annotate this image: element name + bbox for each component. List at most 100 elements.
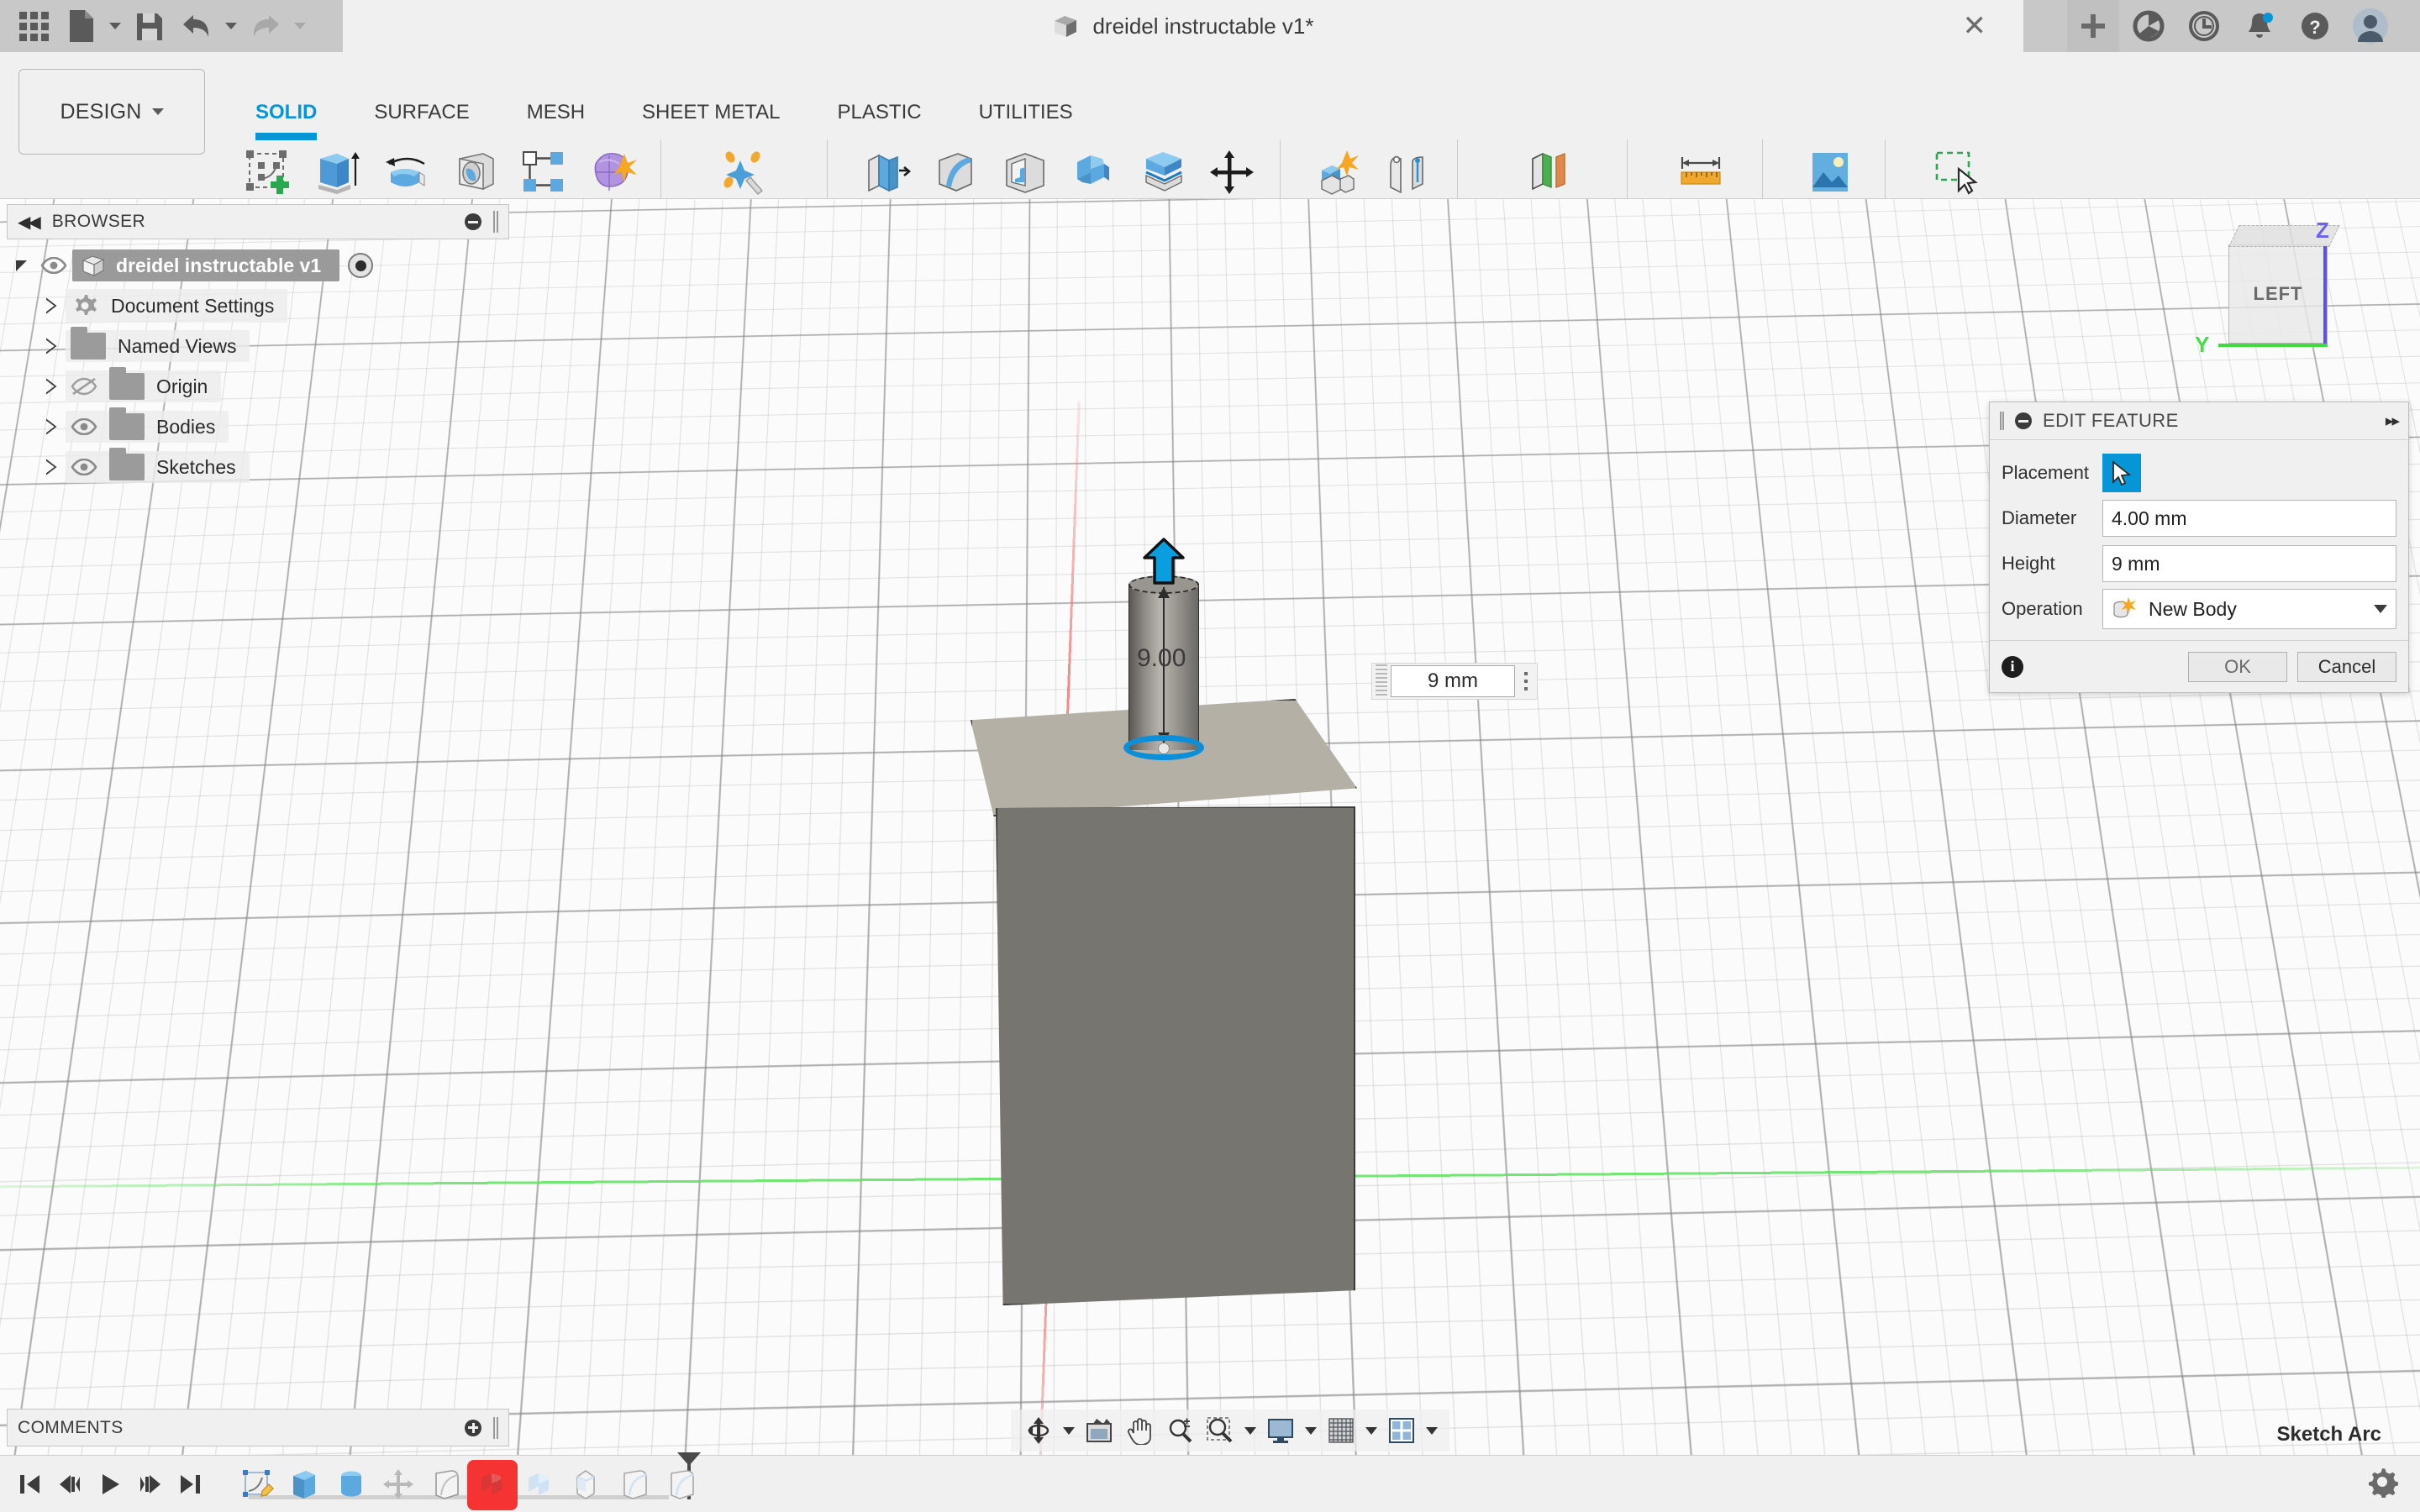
model-cylinder[interactable]: 9.00 <box>1128 575 1199 757</box>
insert-image-icon[interactable] <box>1797 139 1863 205</box>
tree-row-bodies[interactable]: Bodies <box>7 407 519 447</box>
go-to-end-icon[interactable] <box>173 1462 208 1506</box>
model-box[interactable] <box>971 699 1357 1320</box>
timeline-settings-icon[interactable] <box>2366 1466 2420 1502</box>
move-copy-icon[interactable] <box>1199 139 1265 205</box>
zoom-chevron-down-icon[interactable] <box>1241 1412 1260 1449</box>
form-icon[interactable] <box>580 139 645 205</box>
document-tab[interactable]: dreidel instructable v1* ✕ <box>343 0 2023 52</box>
fillet-feature-1[interactable] <box>425 1463 466 1505</box>
combine-feature[interactable] <box>472 1463 513 1505</box>
dialog-collapse-icon[interactable] <box>2015 412 2032 429</box>
redo-chevron-down-icon[interactable] <box>291 5 309 47</box>
expand-collapse-icon[interactable] <box>37 418 66 435</box>
chamfer-feature[interactable] <box>566 1463 607 1505</box>
placement-selector[interactable] <box>2102 454 2141 492</box>
save-icon[interactable] <box>128 5 171 47</box>
orbit-chevron-down-icon[interactable] <box>1060 1412 1078 1449</box>
visibility-eye-icon[interactable] <box>71 418 97 435</box>
notifications-bell-icon[interactable] <box>2233 0 2286 52</box>
comments-resize-handle[interactable] <box>493 1417 498 1439</box>
look-at-icon[interactable] <box>1080 1412 1118 1449</box>
redo-icon[interactable] <box>244 5 287 47</box>
browser-collapse-icon[interactable]: ◀◀ <box>18 212 39 233</box>
create-sketch-icon[interactable] <box>235 139 301 205</box>
tab-plastic[interactable]: PLASTIC <box>809 101 950 129</box>
tree-row-named-views[interactable]: Named Views <box>7 326 519 366</box>
operation-dropdown[interactable]: New Body <box>2102 589 2396 629</box>
joint-icon[interactable] <box>1376 139 1442 205</box>
generative-design-icon[interactable] <box>711 139 776 205</box>
extrude-direction-arrow-icon[interactable] <box>1141 538 1186 585</box>
combine-feature-2[interactable] <box>519 1463 560 1505</box>
viewport[interactable]: 9.00 9 mm LEFT Z Y Sketch Arc <box>0 199 2420 1512</box>
undo-chevron-down-icon[interactable] <box>222 5 240 47</box>
tab-surface[interactable]: SURFACE <box>345 101 497 129</box>
tab-utilities[interactable]: UTILITIES <box>950 101 1102 129</box>
sweep-icon[interactable] <box>442 139 508 205</box>
step-forward-icon[interactable] <box>133 1462 168 1506</box>
fillet-feature-3[interactable] <box>660 1463 701 1505</box>
diameter-field[interactable]: 4.00 mm <box>2102 500 2396 537</box>
file-chevron-down-icon[interactable] <box>106 5 124 47</box>
floating-value-input[interactable]: 9 mm <box>1371 663 1538 700</box>
offset-plane-icon[interactable] <box>1515 139 1581 205</box>
view-cube[interactable]: LEFT Z Y <box>2185 207 2378 375</box>
job-status-clock-icon[interactable] <box>2178 0 2230 52</box>
extrude-feature[interactable] <box>284 1463 324 1505</box>
help-icon[interactable]: ? <box>2289 0 2341 52</box>
expand-collapse-icon[interactable] <box>37 338 66 354</box>
visibility-eye-icon[interactable] <box>35 257 72 274</box>
expand-collapse-icon[interactable] <box>37 459 66 475</box>
tree-root-label-container[interactable]: dreidel instructable v1 <box>72 249 339 281</box>
origin-point[interactable] <box>1158 743 1170 754</box>
fillet-feature-2[interactable] <box>613 1463 654 1505</box>
revolve-icon[interactable] <box>373 139 439 205</box>
workspace-selector[interactable]: DESIGN <box>18 69 205 155</box>
tree-row-document-settings[interactable]: Document Settings <box>7 286 519 326</box>
file-icon[interactable] <box>59 5 103 47</box>
pan-icon[interactable] <box>1120 1412 1159 1449</box>
cylinder-feature[interactable] <box>331 1463 371 1505</box>
view-cube-face[interactable]: LEFT <box>2228 244 2328 344</box>
height-field[interactable]: 9 mm <box>2102 545 2396 582</box>
close-icon[interactable]: ✕ <box>1963 12 1987 40</box>
display-settings-icon[interactable] <box>1261 1412 1300 1449</box>
undo-icon[interactable] <box>175 5 218 47</box>
new-component-icon[interactable] <box>1307 139 1373 205</box>
viewports-chevron-down-icon[interactable] <box>1423 1412 1441 1449</box>
browser-resize-handle[interactable] <box>493 211 498 233</box>
grid-chevron-down-icon[interactable] <box>1362 1412 1381 1449</box>
display-chevron-down-icon[interactable] <box>1302 1412 1320 1449</box>
move-feature[interactable] <box>378 1463 418 1505</box>
combine-icon[interactable] <box>1061 139 1127 205</box>
drag-handle[interactable] <box>1376 664 1387 698</box>
ok-button[interactable]: OK <box>2188 652 2287 682</box>
tree-row-sketches[interactable]: Sketches <box>7 447 519 487</box>
shell-icon[interactable] <box>992 139 1058 205</box>
data-panel-icon[interactable] <box>2123 0 2175 52</box>
zoom-icon[interactable] <box>1160 1412 1199 1449</box>
visibility-eye-off-icon[interactable] <box>71 377 97 396</box>
go-to-beginning-icon[interactable] <box>12 1462 47 1506</box>
tab-mesh[interactable]: MESH <box>498 101 613 129</box>
pattern-icon[interactable] <box>511 139 576 205</box>
height-dimension-label[interactable]: 9.00 <box>1137 644 1186 673</box>
avatar[interactable] <box>2344 0 2396 52</box>
visibility-eye-icon[interactable] <box>71 459 97 475</box>
more-options-icon[interactable] <box>1515 664 1537 698</box>
fillet-icon[interactable] <box>923 139 989 205</box>
step-back-icon[interactable] <box>52 1462 87 1506</box>
dialog-expand-icon[interactable]: ▸▸ <box>2386 412 2398 431</box>
cancel-button[interactable]: Cancel <box>2297 652 2396 682</box>
expand-collapse-icon[interactable] <box>37 297 66 314</box>
sketch-feature[interactable] <box>237 1463 277 1505</box>
box-front-face[interactable] <box>996 806 1355 1305</box>
tab-sheet-metal[interactable]: SHEET METAL <box>613 101 808 129</box>
orbit-icon[interactable] <box>1019 1412 1058 1449</box>
expand-collapse-icon[interactable] <box>37 378 66 395</box>
tree-row-root[interactable]: dreidel instructable v1 <box>7 245 519 286</box>
height-value-input[interactable]: 9 mm <box>1391 665 1515 697</box>
split-face-icon[interactable] <box>1130 139 1196 205</box>
play-icon[interactable] <box>92 1462 128 1506</box>
